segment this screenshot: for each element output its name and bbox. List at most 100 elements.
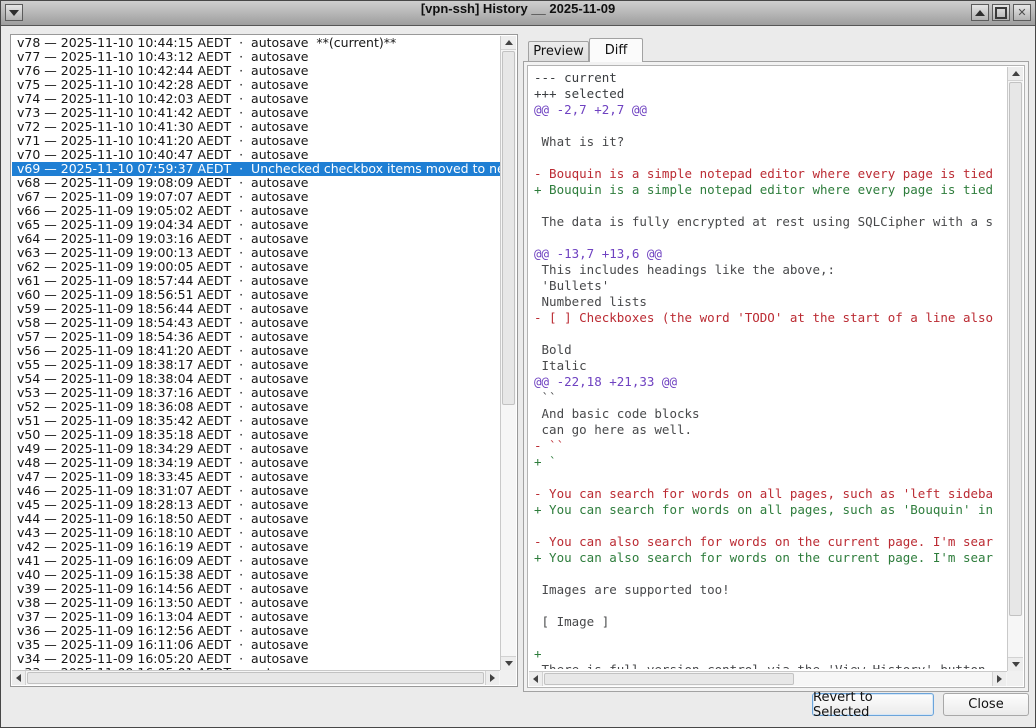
close-button[interactable]: Close — [943, 693, 1029, 716]
scrollbar-corner — [500, 670, 516, 685]
diff-line — [534, 566, 1005, 582]
diff-line: What is it? — [534, 134, 1005, 150]
list-item[interactable]: v68 — 2025-11-09 19:08:09 AEDT · autosav… — [12, 176, 500, 190]
list-item[interactable]: v70 — 2025-11-10 10:40:47 AEDT · autosav… — [12, 148, 500, 162]
diff-line: - You can also search for words on the c… — [534, 534, 1005, 550]
list-scroll-right-button[interactable] — [485, 671, 499, 685]
list-item[interactable]: v59 — 2025-11-09 18:56:44 AEDT · autosav… — [12, 302, 500, 316]
list-item[interactable]: v73 — 2025-11-10 10:41:42 AEDT · autosav… — [12, 106, 500, 120]
arrow-down-icon — [505, 661, 513, 666]
list-vertical-scrollbar[interactable] — [500, 36, 516, 670]
diff-horizontal-scrollbar[interactable] — [529, 671, 1023, 686]
list-item[interactable]: v51 — 2025-11-09 18:35:42 AEDT · autosav… — [12, 414, 500, 428]
diff-line — [534, 630, 1005, 646]
list-item[interactable]: v61 — 2025-11-09 18:57:44 AEDT · autosav… — [12, 274, 500, 288]
list-item[interactable]: v45 — 2025-11-09 18:28:13 AEDT · autosav… — [12, 498, 500, 512]
tab-preview-label: Preview — [533, 44, 584, 59]
history-dialog-window: [vpn-ssh] History __ 2025-11-09 ✕ v78 — … — [0, 0, 1036, 728]
close-icon: ✕ — [1017, 7, 1026, 18]
list-item[interactable]: v56 — 2025-11-09 18:41:20 AEDT · autosav… — [12, 344, 500, 358]
diff-scroll-left-button[interactable] — [529, 672, 543, 686]
shade-button[interactable] — [971, 4, 989, 21]
arrow-right-icon — [490, 674, 495, 682]
list-item[interactable]: v55 — 2025-11-09 18:38:17 AEDT · autosav… — [12, 358, 500, 372]
list-item[interactable]: v35 — 2025-11-09 16:11:06 AEDT · autosav… — [12, 638, 500, 652]
diff-scroll-down-button[interactable] — [1008, 657, 1023, 671]
close-window-button[interactable]: ✕ — [1013, 4, 1031, 21]
diff-line: 'Bullets' — [534, 278, 1005, 294]
list-item[interactable]: v62 — 2025-11-09 19:00:05 AEDT · autosav… — [12, 260, 500, 274]
list-item[interactable]: v40 — 2025-11-09 16:15:38 AEDT · autosav… — [12, 568, 500, 582]
list-item[interactable]: v42 — 2025-11-09 16:16:19 AEDT · autosav… — [12, 540, 500, 554]
list-item[interactable]: v76 — 2025-11-10 10:42:44 AEDT · autosav… — [12, 64, 500, 78]
list-item[interactable]: v65 — 2025-11-09 19:04:34 AEDT · autosav… — [12, 218, 500, 232]
diff-line — [534, 470, 1005, 486]
window-title: [vpn-ssh] History __ 2025-11-09 — [1, 1, 1035, 25]
diff-line: Numbered lists — [534, 294, 1005, 310]
diff-scroll-right-button[interactable] — [992, 672, 1006, 686]
list-item[interactable]: v36 — 2025-11-09 16:12:56 AEDT · autosav… — [12, 624, 500, 638]
diff-vscroll-thumb[interactable] — [1009, 82, 1022, 616]
revert-to-selected-button[interactable]: Revert to Selected — [812, 693, 934, 716]
arrow-left-icon — [533, 675, 538, 683]
list-item[interactable]: v44 — 2025-11-09 16:18:50 AEDT · autosav… — [12, 512, 500, 526]
list-item[interactable]: v37 — 2025-11-09 16:13:04 AEDT · autosav… — [12, 610, 500, 624]
list-item[interactable]: v66 — 2025-11-09 19:05:02 AEDT · autosav… — [12, 204, 500, 218]
list-item[interactable]: v53 — 2025-11-09 18:37:16 AEDT · autosav… — [12, 386, 500, 400]
list-item[interactable]: v48 — 2025-11-09 18:34:19 AEDT · autosav… — [12, 456, 500, 470]
arrow-down-icon — [1012, 662, 1020, 667]
list-scroll-up-button[interactable] — [501, 36, 516, 50]
diff-line: + — [534, 646, 1005, 662]
arrow-right-icon — [997, 675, 1002, 683]
list-item[interactable]: v64 — 2025-11-09 19:03:16 AEDT · autosav… — [12, 232, 500, 246]
list-item[interactable]: v43 — 2025-11-09 16:18:10 AEDT · autosav… — [12, 526, 500, 540]
diff-hscroll-thumb[interactable] — [544, 673, 794, 685]
list-item[interactable]: v57 — 2025-11-09 18:54:36 AEDT · autosav… — [12, 330, 500, 344]
list-item[interactable]: v49 — 2025-11-09 18:34:29 AEDT · autosav… — [12, 442, 500, 456]
diff-line — [534, 150, 1005, 166]
list-scroll-left-button[interactable] — [12, 671, 26, 685]
diff-vertical-scrollbar[interactable] — [1007, 67, 1023, 671]
list-item[interactable]: v38 — 2025-11-09 16:13:50 AEDT · autosav… — [12, 596, 500, 610]
list-vscroll-thumb[interactable] — [502, 51, 515, 405]
tab-content-pane: --- current+++ selected@@ -2,7 +2,7 @@ W… — [523, 61, 1029, 692]
list-item[interactable]: v74 — 2025-11-10 10:42:03 AEDT · autosav… — [12, 92, 500, 106]
maximize-icon — [995, 7, 1007, 19]
diff-view: --- current+++ selected@@ -2,7 +2,7 @@ W… — [527, 65, 1025, 688]
list-scroll-down-button[interactable] — [501, 656, 516, 670]
diff-line: - [ ] Checkboxes (the word 'TODO' at the… — [534, 310, 1005, 326]
list-item[interactable]: v39 — 2025-11-09 16:14:56 AEDT · autosav… — [12, 582, 500, 596]
list-item[interactable]: v77 — 2025-11-10 10:43:12 AEDT · autosav… — [12, 50, 500, 64]
diff-line — [534, 230, 1005, 246]
list-item[interactable]: v75 — 2025-11-10 10:42:28 AEDT · autosav… — [12, 78, 500, 92]
list-item[interactable]: v41 — 2025-11-09 16:16:09 AEDT · autosav… — [12, 554, 500, 568]
diff-line: + You can also search for words on the c… — [534, 550, 1005, 566]
list-item[interactable]: v52 — 2025-11-09 18:36:08 AEDT · autosav… — [12, 400, 500, 414]
list-horizontal-scrollbar[interactable] — [12, 670, 516, 685]
list-item[interactable]: v50 — 2025-11-09 18:35:18 AEDT · autosav… — [12, 428, 500, 442]
list-item[interactable]: v34 — 2025-11-09 16:05:20 AEDT · autosav… — [12, 652, 500, 666]
list-item[interactable]: v78 — 2025-11-10 10:44:15 AEDT · autosav… — [12, 36, 500, 50]
diff-scroll-up-button[interactable] — [1008, 67, 1023, 81]
list-item[interactable]: v69 — 2025-11-10 07:59:37 AEDT · Uncheck… — [12, 162, 500, 176]
list-hscroll-thumb[interactable] — [27, 672, 484, 684]
tab-diff[interactable]: Diff — [589, 38, 643, 62]
list-item[interactable]: v47 — 2025-11-09 18:33:45 AEDT · autosav… — [12, 470, 500, 484]
list-item[interactable]: v63 — 2025-11-09 19:00:13 AEDT · autosav… — [12, 246, 500, 260]
list-item[interactable]: v60 — 2025-11-09 18:56:51 AEDT · autosav… — [12, 288, 500, 302]
diff-line: - Bouquin is a simple notepad editor whe… — [534, 166, 1005, 182]
list-item[interactable]: v67 — 2025-11-09 19:07:07 AEDT · autosav… — [12, 190, 500, 204]
list-item[interactable]: v58 — 2025-11-09 18:54:43 AEDT · autosav… — [12, 316, 500, 330]
titlebar[interactable]: [vpn-ssh] History __ 2025-11-09 ✕ — [1, 1, 1035, 26]
diff-line: - You can search for words on all pages,… — [534, 486, 1005, 502]
arrow-left-icon — [16, 674, 21, 682]
list-item[interactable]: v54 — 2025-11-09 18:38:04 AEDT · autosav… — [12, 372, 500, 386]
tab-preview[interactable]: Preview — [528, 41, 589, 62]
close-button-label: Close — [968, 697, 1003, 712]
history-list-rows: v78 — 2025-11-10 10:44:15 AEDT · autosav… — [12, 36, 500, 670]
list-item[interactable]: v46 — 2025-11-09 18:31:07 AEDT · autosav… — [12, 484, 500, 498]
maximize-button[interactable] — [992, 4, 1010, 21]
list-item[interactable]: v71 — 2025-11-10 10:41:20 AEDT · autosav… — [12, 134, 500, 148]
diff-line: + You can search for words on all pages,… — [534, 502, 1005, 518]
list-item[interactable]: v72 — 2025-11-10 10:41:30 AEDT · autosav… — [12, 120, 500, 134]
